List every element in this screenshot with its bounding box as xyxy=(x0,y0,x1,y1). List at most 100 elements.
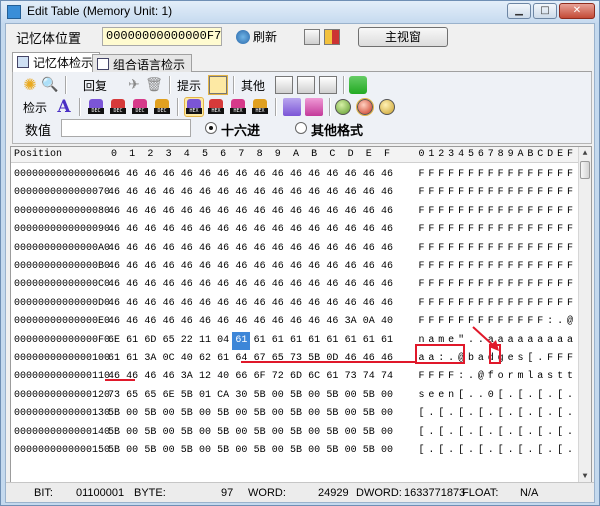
scroll-up-arrow-icon[interactable]: ▲ xyxy=(579,147,591,160)
hex-byte-cell[interactable]: 46 xyxy=(378,295,396,313)
ascii-char-cell[interactable]: . xyxy=(486,424,495,442)
hex-byte-cell[interactable]: 00 xyxy=(196,442,214,460)
ascii-char-cell[interactable]: F xyxy=(496,240,505,258)
hex-byte-cell[interactable]: 61 xyxy=(323,368,341,386)
ascii-char-cell[interactable]: F xyxy=(496,258,505,276)
ascii-char-cell[interactable]: . xyxy=(536,350,545,368)
hex-byte-cell[interactable]: 46 xyxy=(342,203,360,221)
ascii-char-cell[interactable]: F xyxy=(467,240,476,258)
hex-byte-cell[interactable]: 46 xyxy=(305,221,323,239)
hex-byte-cell[interactable]: 46 xyxy=(269,166,287,184)
hex-byte-cell[interactable]: 46 xyxy=(378,350,396,368)
ascii-char-cell[interactable]: F xyxy=(486,295,495,313)
ascii-char-cell[interactable]: : xyxy=(437,350,446,368)
hex-byte-cell[interactable]: 46 xyxy=(305,203,323,221)
hex-byte-cell[interactable]: 46 xyxy=(214,221,232,239)
hex-byte-cell[interactable]: 46 xyxy=(232,240,250,258)
hex-byte-cell[interactable]: 5B xyxy=(251,442,269,460)
ascii-char-cell[interactable]: . xyxy=(427,405,436,423)
ascii-char-cell[interactable]: F xyxy=(476,184,485,202)
hex-byte-cell[interactable]: 46 xyxy=(251,203,269,221)
ascii-char-cell[interactable]: . xyxy=(546,424,555,442)
ascii-char-cell[interactable]: [ xyxy=(476,442,485,460)
ascii-char-cell[interactable]: . xyxy=(526,442,535,460)
hex-byte-cell[interactable]: 5B xyxy=(178,424,196,442)
ascii-char-cell[interactable]: n xyxy=(447,387,456,405)
hex-byte-cell[interactable]: 46 xyxy=(105,276,123,294)
ascii-char-cell[interactable]: a xyxy=(476,350,485,368)
hex-byte-cell[interactable]: 0D xyxy=(323,350,341,368)
hex-byte-cell[interactable]: 04 xyxy=(214,332,232,350)
hex-byte-cell[interactable]: 22 xyxy=(178,332,196,350)
sun-icon[interactable]: ✺ xyxy=(21,76,39,94)
ascii-char-cell[interactable]: [ xyxy=(516,424,525,442)
hex-byte-cell[interactable]: 46 xyxy=(269,184,287,202)
ascii-char-cell[interactable]: F xyxy=(486,258,495,276)
ascii-char-cell[interactable]: F xyxy=(427,313,436,331)
hex-word-icon[interactable]: HEX xyxy=(207,98,225,116)
hex-byte-cell[interactable]: 5B xyxy=(323,424,341,442)
hex-byte-cell[interactable]: 40 xyxy=(378,313,396,331)
hex-byte-cell[interactable]: 46 xyxy=(305,240,323,258)
hex-byte-cell[interactable]: 61 xyxy=(251,332,269,350)
ascii-char-cell[interactable]: F xyxy=(496,221,505,239)
hex-byte-cell[interactable]: 00 xyxy=(160,424,178,442)
ascii-char-cell[interactable]: [ xyxy=(536,387,545,405)
ascii-char-cell[interactable]: [ xyxy=(437,405,446,423)
hex-byte-cell[interactable]: 46 xyxy=(160,258,178,276)
hex-byte-cell[interactable]: 46 xyxy=(323,221,341,239)
hint-button[interactable]: 提示 xyxy=(177,77,201,94)
ascii-char-cell[interactable]: [ xyxy=(457,442,466,460)
hex-byte-cell[interactable]: 46 xyxy=(251,240,269,258)
ascii-char-cell[interactable]: F xyxy=(506,258,515,276)
hex-byte-cell[interactable]: 00 xyxy=(378,387,396,405)
ascii-char-cell[interactable]: [ xyxy=(417,442,426,460)
ascii-char-cell[interactable]: e xyxy=(437,387,446,405)
hex-byte-cell[interactable]: 46 xyxy=(214,184,232,202)
ascii-char-cell[interactable]: F xyxy=(506,313,515,331)
ascii-char-cell[interactable]: F xyxy=(486,184,495,202)
hex-byte-cell[interactable]: 00 xyxy=(196,424,214,442)
hex-byte-cell[interactable]: 46 xyxy=(342,350,360,368)
ascii-char-cell[interactable]: a xyxy=(506,332,515,350)
hex-byte-cell[interactable]: 46 xyxy=(287,240,305,258)
hex-byte-cell[interactable]: 46 xyxy=(232,276,250,294)
hex-byte-cell[interactable]: 46 xyxy=(305,276,323,294)
hex-byte-cell[interactable]: 46 xyxy=(269,258,287,276)
dec-qword-icon[interactable]: DEC xyxy=(153,98,171,116)
hex-byte-cell[interactable]: 46 xyxy=(232,221,250,239)
ascii-char-cell[interactable]: o xyxy=(496,368,505,386)
hex-byte-cell[interactable]: 46 xyxy=(305,295,323,313)
ascii-char-cell[interactable]: F xyxy=(506,184,515,202)
ascii-char-cell[interactable]: F xyxy=(566,184,575,202)
ascii-char-cell[interactable]: F xyxy=(476,313,485,331)
ascii-char-cell[interactable]: . xyxy=(447,424,456,442)
hex-byte-cell[interactable]: 61 xyxy=(214,350,232,368)
ascii-char-cell[interactable]: F xyxy=(427,240,436,258)
hex-byte-cell[interactable]: 46 xyxy=(251,221,269,239)
hex-byte-cell[interactable]: 46 xyxy=(323,276,341,294)
ascii-char-cell[interactable]: F xyxy=(427,203,436,221)
hex-byte-cell[interactable]: 46 xyxy=(160,184,178,202)
ascii-char-cell[interactable]: F xyxy=(467,221,476,239)
ascii-char-cell[interactable]: a xyxy=(536,332,545,350)
ascii-char-cell[interactable]: F xyxy=(556,240,565,258)
hex-byte-cell[interactable]: 46 xyxy=(360,295,378,313)
search-replace-icon[interactable]: 🔍 xyxy=(41,76,59,94)
hex-byte-cell[interactable]: 5B xyxy=(305,350,323,368)
ascii-char-cell[interactable]: F xyxy=(417,276,426,294)
ascii-char-cell[interactable]: a xyxy=(486,332,495,350)
ascii-char-cell[interactable]: 0 xyxy=(486,387,495,405)
ascii-char-cell[interactable]: a xyxy=(496,332,505,350)
ascii-char-cell[interactable]: F xyxy=(427,368,436,386)
hex-byte-cell[interactable]: 72 xyxy=(269,368,287,386)
ascii-char-cell[interactable]: F xyxy=(437,295,446,313)
hex-byte-cell[interactable]: 3A xyxy=(342,313,360,331)
hex-byte-cell[interactable]: 46 xyxy=(178,240,196,258)
ascii-char-cell[interactable]: F xyxy=(417,313,426,331)
hex-byte-cell[interactable]: 61 xyxy=(342,332,360,350)
paste-icon[interactable] xyxy=(319,76,337,94)
ascii-char-cell[interactable]: e xyxy=(506,350,515,368)
hex-byte-cell[interactable]: 46 xyxy=(251,184,269,202)
ascii-char-cell[interactable]: F xyxy=(457,184,466,202)
